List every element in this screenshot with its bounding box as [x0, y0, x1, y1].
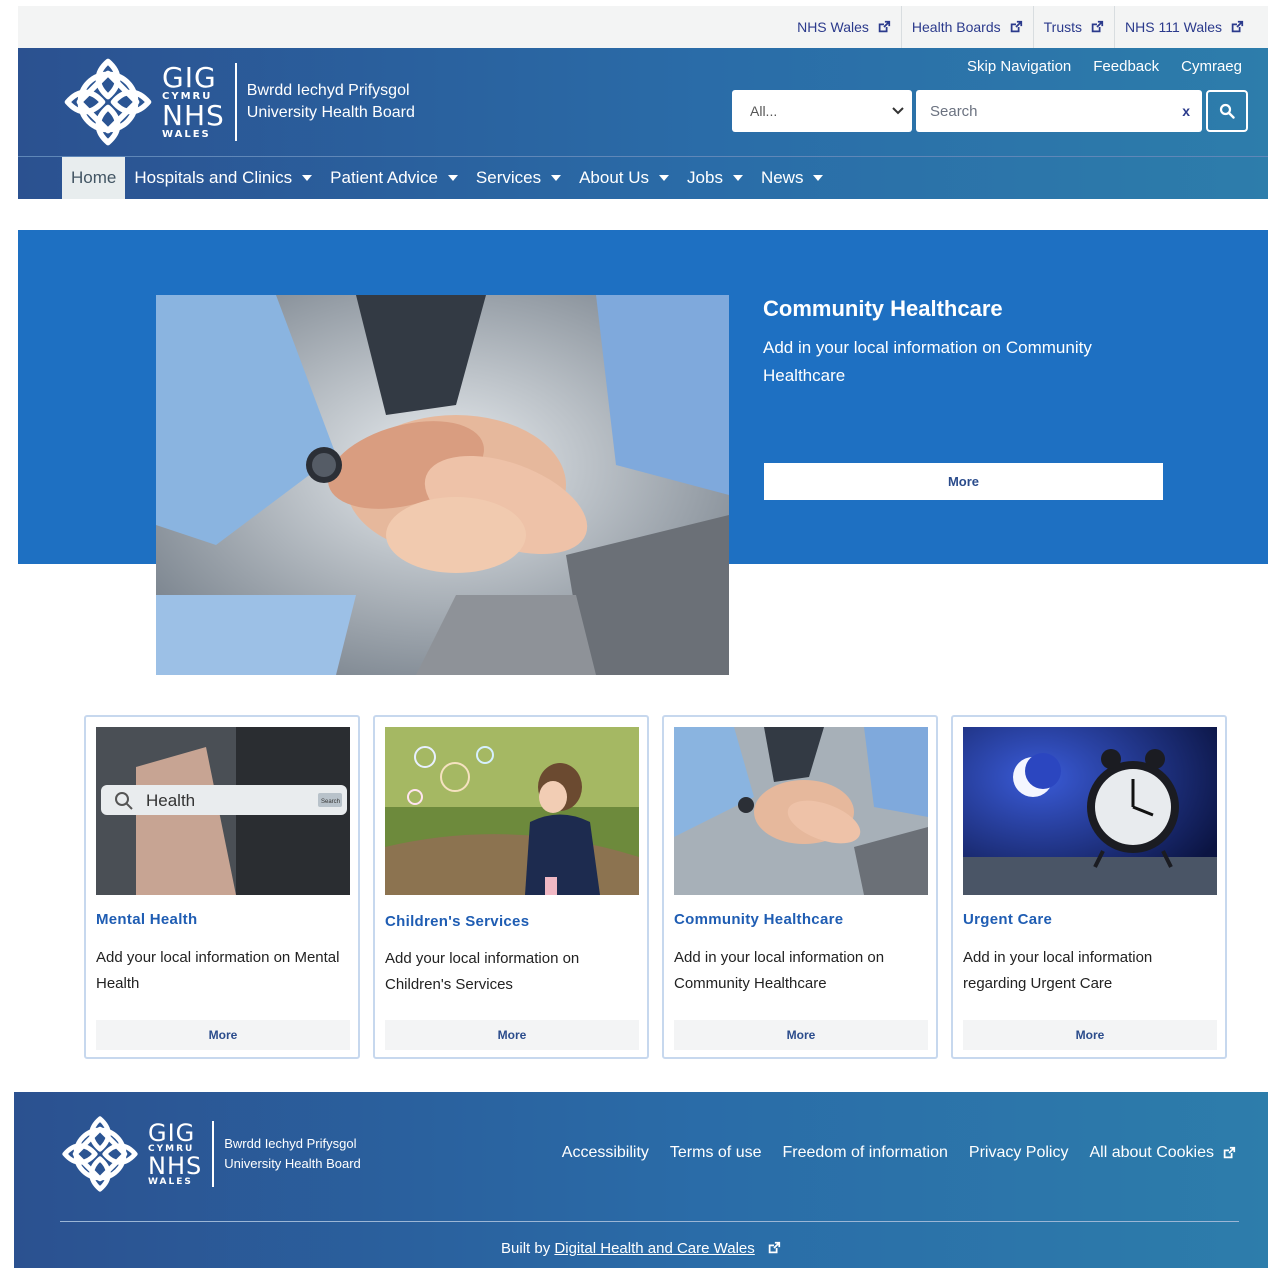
external-link-icon	[1090, 20, 1104, 34]
card-community-healthcare[interactable]: Community Healthcare Add in your local i…	[662, 715, 938, 1059]
card-title[interactable]: Urgent Care	[963, 911, 1052, 928]
card-image-hands-together	[674, 727, 928, 895]
celtic-knot-logo-icon	[62, 56, 154, 148]
footer-link-accessibility[interactable]: Accessibility	[562, 1144, 649, 1162]
nav-item-hospitals-and-clinics[interactable]: Hospitals and Clinics	[125, 157, 321, 199]
hero-more-button[interactable]: More	[764, 463, 1163, 500]
card-more-button[interactable]: More	[385, 1020, 639, 1050]
footer-link-terms[interactable]: Terms of use	[670, 1144, 762, 1162]
nav-item-news[interactable]: News	[752, 157, 833, 199]
svg-text:Search: Search	[321, 799, 340, 805]
logo-wordmark: GIG CYMRU NHS WALES	[148, 1119, 203, 1187]
utility-bar: NHS Wales Health Boards Trusts NHS 111 W…	[18, 6, 1268, 48]
footer-link-foi[interactable]: Freedom of information	[783, 1144, 948, 1162]
hero-description: Add in your local information on Communi…	[763, 338, 1092, 385]
board-name: Bwrdd Iechyd Prifysgol University Health…	[246, 82, 415, 121]
card-image-health-search: Health Search	[96, 727, 350, 895]
header-links: Skip Navigation Feedback Cymraeg	[967, 58, 1242, 75]
external-link-icon	[1222, 1146, 1236, 1160]
search-bar: All... Search x	[732, 90, 1248, 132]
card-description: Add in your local information regarding …	[963, 949, 1153, 992]
search-button[interactable]	[1206, 90, 1248, 132]
footer-link-privacy[interactable]: Privacy Policy	[969, 1144, 1069, 1162]
caret-down-icon	[813, 175, 824, 181]
card-image-alarm-clock	[963, 727, 1217, 895]
logo-wordmark: GIG CYMRU NHS WALES	[162, 61, 225, 140]
external-link-icon	[1230, 20, 1244, 34]
nav-item-jobs[interactable]: Jobs	[678, 157, 752, 199]
built-by-link[interactable]: Digital Health and Care Wales	[554, 1240, 754, 1257]
clear-search-button[interactable]: x	[1182, 103, 1190, 119]
hero-image-hands-together	[156, 295, 729, 675]
card-more-button[interactable]: More	[96, 1020, 350, 1050]
external-link-icon	[877, 20, 891, 34]
footer-logo[interactable]: GIG CYMRU NHS WALES Bwrdd Iechyd Prifysg…	[60, 1114, 361, 1194]
svg-text:Health: Health	[146, 791, 195, 810]
caret-down-icon	[447, 175, 458, 181]
external-link-icon	[1009, 20, 1023, 34]
utility-link-health-boards[interactable]: Health Boards	[900, 6, 1033, 48]
utility-link-trusts[interactable]: Trusts	[1032, 6, 1114, 48]
card-description: Add your local information on Children's…	[385, 950, 580, 993]
board-name: Bwrdd Iechyd Prifysgol University Health…	[224, 1136, 361, 1171]
external-link-icon	[767, 1241, 781, 1255]
logo-divider	[234, 63, 237, 141]
card-title[interactable]: Children's Services	[385, 913, 529, 930]
caret-down-icon	[551, 175, 562, 181]
chevron-down-icon	[892, 107, 904, 115]
footer-links: Accessibility Terms of use Freedom of in…	[562, 1144, 1236, 1162]
nav-item-patient-advice[interactable]: Patient Advice	[321, 157, 467, 199]
skip-navigation-link[interactable]: Skip Navigation	[967, 58, 1071, 75]
built-by: Built by Digital Health and Care Wales	[14, 1240, 1268, 1257]
caret-down-icon	[302, 175, 313, 181]
language-toggle-link[interactable]: Cymraeg	[1181, 58, 1242, 75]
hero-title: Community Healthcare	[763, 296, 1003, 321]
card-title[interactable]: Mental Health	[96, 911, 197, 928]
logo-divider	[212, 1121, 215, 1187]
footer-divider	[60, 1221, 1239, 1222]
footer-link-cookies[interactable]: All about Cookies	[1089, 1144, 1236, 1162]
caret-down-icon	[659, 175, 670, 181]
caret-down-icon	[732, 175, 743, 181]
card-more-button[interactable]: More	[963, 1020, 1217, 1050]
card-mental-health[interactable]: Health Search Mental Health Add your loc…	[84, 715, 360, 1059]
card-childrens-services[interactable]: Children's Services Add your local infor…	[373, 715, 649, 1059]
search-scope-select[interactable]: All...	[732, 90, 912, 132]
card-title[interactable]: Community Healthcare	[674, 911, 843, 928]
site-logo[interactable]: GIG CYMRU NHS WALES Bwrdd Iechyd Prifysg…	[62, 56, 415, 148]
feedback-link[interactable]: Feedback	[1093, 58, 1159, 75]
celtic-knot-logo-icon	[60, 1114, 140, 1194]
main-nav: Home Hospitals and Clinics Patient Advic…	[18, 156, 1268, 199]
card-urgent-care[interactable]: Urgent Care Add in your local informatio…	[951, 715, 1227, 1059]
card-image-child-bubbles	[385, 727, 639, 895]
site-footer: GIG CYMRU NHS WALES Bwrdd Iechyd Prifysg…	[14, 1092, 1268, 1268]
site-header: GIG CYMRU NHS WALES Bwrdd Iechyd Prifysg…	[18, 48, 1268, 156]
card-description: Add in your local information on Communi…	[674, 949, 885, 992]
card-description: Add your local information on Mental Hea…	[96, 949, 340, 992]
utility-link-nhs-111[interactable]: NHS 111 Wales	[1114, 6, 1254, 48]
search-icon	[1219, 103, 1235, 119]
card-more-button[interactable]: More	[674, 1020, 928, 1050]
search-input[interactable]: Search x	[916, 90, 1202, 132]
service-cards: Health Search Mental Health Add your loc…	[84, 715, 1227, 1059]
utility-link-nhs-wales[interactable]: NHS Wales	[787, 6, 901, 48]
nav-item-home[interactable]: Home	[62, 157, 126, 199]
hero-text: Community Healthcare Add in your local i…	[763, 296, 1163, 390]
nav-item-about-us[interactable]: About Us	[570, 157, 678, 199]
nav-item-services[interactable]: Services	[467, 157, 570, 199]
